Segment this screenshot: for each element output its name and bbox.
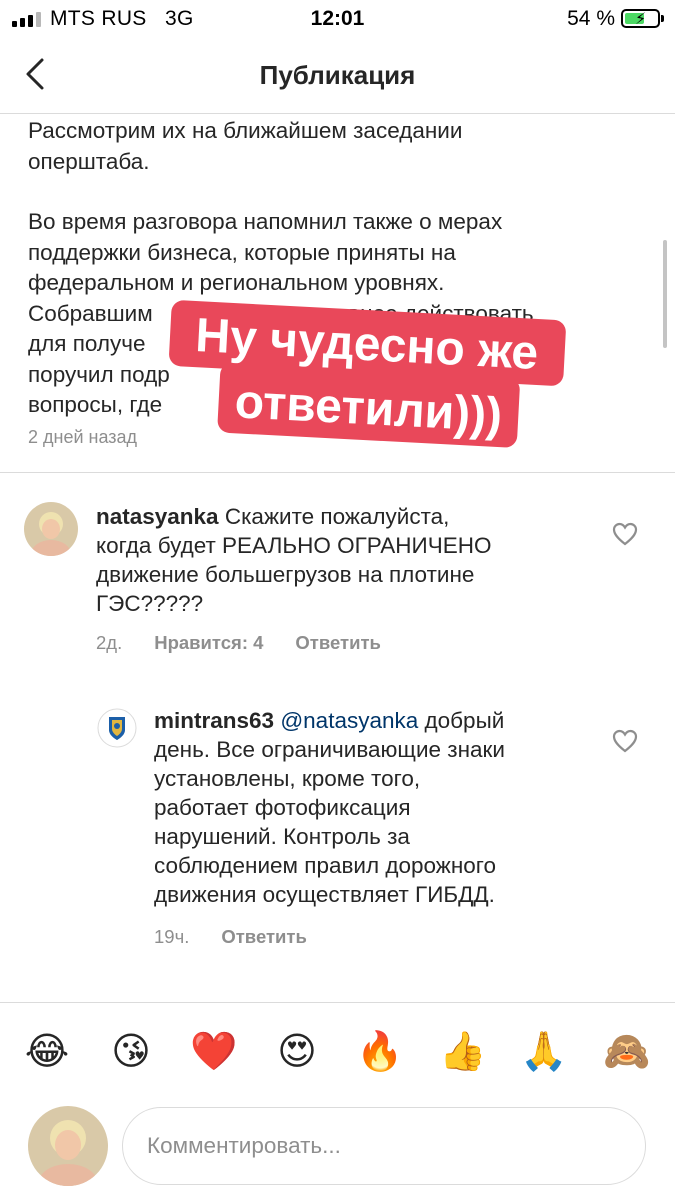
comment-body: natasyanka Скажите пожалуйста, когда буд… bbox=[96, 502, 596, 618]
thumbs-up-emoji[interactable]: 👍 bbox=[438, 1030, 488, 1074]
comment-text-line: движения осуществляет ГИБДД. bbox=[154, 882, 495, 907]
heart-eyes-emoji[interactable]: 😍 bbox=[272, 1030, 322, 1074]
folded-hands-emoji[interactable]: 🙏 bbox=[519, 1030, 569, 1074]
comment-timestamp: 2д. bbox=[96, 632, 123, 653]
caption-line: федеральном и региональном уровнях. bbox=[28, 270, 445, 295]
battery-percentage: 54 % bbox=[567, 7, 615, 30]
avatar[interactable] bbox=[24, 502, 78, 556]
tears-of-joy-emoji[interactable]: 😂 bbox=[22, 1030, 72, 1074]
see-no-evil-monkey-emoji[interactable]: 🙈 bbox=[602, 1030, 652, 1074]
reply-button[interactable]: Ответить bbox=[295, 632, 381, 654]
caption-line: поддержки бизнеса, которые приняты на bbox=[28, 239, 456, 265]
comment-text-line: установлены, кроме того, bbox=[154, 766, 421, 791]
avatar[interactable] bbox=[28, 1106, 108, 1186]
scrollbar[interactable] bbox=[663, 240, 667, 348]
status-bar: MTS RUS 3G 12:01 54 % ⚡ bbox=[0, 0, 675, 38]
likes-count-button[interactable]: Нравится: 4 bbox=[154, 632, 263, 654]
caption-line: Рассмотрим их на ближайшем заседании bbox=[28, 118, 463, 143]
caption-line: Во время разговора напомнил также о мера… bbox=[28, 209, 503, 234]
emoji-quick-bar: 😂 😘 ❤️ 😍 🔥 👍 🙏 🙈 bbox=[0, 1030, 675, 1074]
comment-meta: 2д. Нравится: 4 Ответить bbox=[96, 632, 381, 654]
comment-text-line: добрый bbox=[424, 708, 505, 733]
comment-text-line: Скажите пожалуйста, bbox=[224, 504, 450, 529]
fire-emoji[interactable]: 🔥 bbox=[355, 1030, 405, 1074]
comment-username[interactable]: natasyanka bbox=[96, 504, 219, 529]
comment-body: mintrans63 @natasyanka добрый день. Все … bbox=[154, 706, 594, 909]
comment-text-line: соблюдением правил дорожного bbox=[154, 853, 497, 878]
mention-link[interactable]: @natasyanka bbox=[280, 708, 418, 733]
comment-text-line: ГЭС????? bbox=[96, 591, 204, 616]
text-sticker: Ну чудесно же ответили))) bbox=[169, 300, 566, 448]
comment-text-line: нарушений. Контроль за bbox=[154, 824, 410, 849]
red-heart-emoji[interactable]: ❤️ bbox=[189, 1030, 239, 1074]
page-title: Публикация bbox=[259, 60, 416, 90]
nav-header: Публикация bbox=[0, 38, 675, 114]
comment-text-line: когда будет РЕАЛЬНО ОГРАНИЧЕНО bbox=[96, 533, 492, 558]
caption-timestamp: 2 дней назад bbox=[28, 427, 138, 447]
caption-line: оперштаба. bbox=[28, 148, 150, 174]
comment-text-line: работает фотофиксация bbox=[154, 795, 411, 820]
comment-input-container[interactable] bbox=[122, 1107, 646, 1185]
comment-text-line: движение большегрузов на плотине bbox=[96, 562, 475, 587]
comment-input[interactable] bbox=[147, 1128, 617, 1164]
avatar[interactable] bbox=[97, 708, 137, 748]
like-heart-icon[interactable] bbox=[612, 522, 638, 546]
comment-text-line: день. Все ограничивающие знаки bbox=[154, 737, 505, 762]
divider bbox=[0, 1002, 675, 1003]
battery-icon: ⚡ bbox=[621, 9, 664, 28]
comment-timestamp: 19ч. bbox=[154, 926, 190, 947]
comment-username[interactable]: mintrans63 bbox=[154, 708, 274, 733]
like-heart-icon[interactable] bbox=[612, 729, 638, 753]
kiss-emoji[interactable]: 😘 bbox=[106, 1030, 156, 1074]
reply-button[interactable]: Ответить bbox=[221, 926, 307, 948]
divider bbox=[0, 472, 675, 473]
comment-meta: 19ч. Ответить bbox=[154, 926, 307, 948]
